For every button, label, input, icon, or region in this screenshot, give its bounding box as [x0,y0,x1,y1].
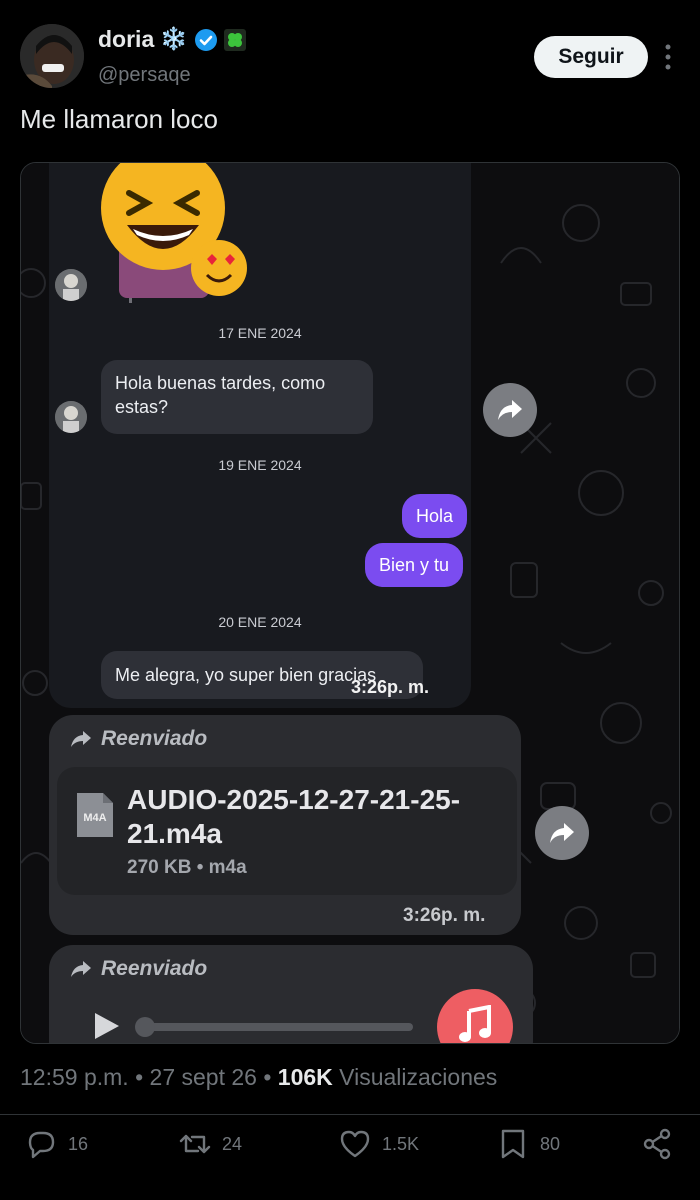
forwarded-label: Reenviado [101,957,208,980]
snowflake-emoji: ❄️ [160,27,188,52]
message-time: 3:26p. m. [351,677,430,697]
audio-progress-track[interactable] [139,1023,413,1031]
laughing-sticker [101,163,247,298]
audio-progress-thumb[interactable] [135,1017,155,1037]
author-handle[interactable]: @persaqe [98,64,191,87]
repost-icon [179,1134,211,1154]
file-ext-badge: M4A [83,812,107,824]
reply-count: 16 [68,1133,89,1154]
music-note-badge [437,989,513,1043]
bookmark-button[interactable]: 80 [496,1125,560,1163]
tweet-meta: 12:59 p.m. • 27 sept 26 • 106K Visualiza… [20,1064,497,1091]
file-meta: 270 KB • m4a [127,857,247,878]
more-options-icon[interactable] [656,40,680,74]
forwarded-label: Reenviado [101,727,208,750]
outgoing-message: Bien y tu [365,543,464,587]
contact-avatar [55,401,87,433]
share-icon [643,1128,671,1160]
repost-count: 24 [222,1133,243,1154]
incoming-message-line: Hola buenas tardes, como [115,373,326,393]
file-name-line: AUDIO-2025-12-27-21-25- [127,784,461,815]
views-label: Visualizaciones [339,1064,498,1090]
forwarded-arrow-icon [71,961,91,977]
file-name: AUDIO-2025-12-27-21-25- 21.m4a [127,783,507,851]
bookmark-count: 80 [540,1133,561,1154]
verified-badge-icon [194,28,217,51]
music-note-icon [459,1005,491,1042]
author-display-name[interactable]: doria [98,26,154,53]
message-time: 3:26p. m. [403,905,486,926]
heart-icon [340,1130,370,1158]
incoming-message: Hola buenas tardes, como estas? [101,360,373,434]
file-name-line: 21.m4a [127,818,222,849]
play-icon[interactable] [91,1011,121,1041]
contact-avatar [55,269,87,301]
tweet-date[interactable]: 27 sept 26 [150,1064,257,1090]
tweet-time[interactable]: 12:59 p.m. [20,1064,129,1090]
reply-button[interactable]: 16 [24,1125,88,1163]
chat-panel: 17 ENE 2024 Hola buenas tardes, como est… [49,163,471,708]
share-arrow-icon [550,823,574,843]
incoming-message-line: estas? [115,397,169,417]
date-separator: 19 ENE 2024 [218,457,302,473]
author-avatar[interactable] [20,24,84,88]
like-button[interactable]: 1.5K [338,1125,419,1163]
date-separator: 17 ENE 2024 [218,325,302,341]
meta-dot: • [263,1064,278,1090]
share-button[interactable] [640,1125,674,1163]
author-name-row: doria ❄️ [98,26,246,53]
follow-button[interactable]: Seguir [534,36,648,78]
forwarded-audio-card[interactable]: Reenviado [49,945,533,1043]
date-separator: 20 ENE 2024 [218,614,302,630]
like-count: 1.5K [382,1133,420,1154]
views-count: 106K [277,1064,333,1090]
tweet-media-image[interactable]: 17 ENE 2024 Hola buenas tardes, como est… [20,162,680,1044]
forward-button[interactable] [483,383,537,437]
forwarded-arrow-icon [71,731,91,747]
file-attachment[interactable]: M4A AUDIO-2025-12-27-21-25- 21.m4a 270 K… [57,767,517,895]
clover-icon [223,28,246,51]
divider [0,1114,700,1115]
bookmark-icon [501,1129,525,1159]
forwarded-file-card[interactable]: Reenviado M4A AUDIO-2025-12-27-21-25- 21… [49,715,521,935]
forward-button[interactable] [535,806,589,860]
tweet-text: Me llamaron loco [20,104,218,134]
repost-button[interactable]: 24 [178,1125,242,1163]
share-arrow-icon [498,400,522,420]
outgoing-message: Hola [402,494,468,538]
reply-icon [28,1131,55,1159]
meta-dot: • [135,1064,150,1090]
